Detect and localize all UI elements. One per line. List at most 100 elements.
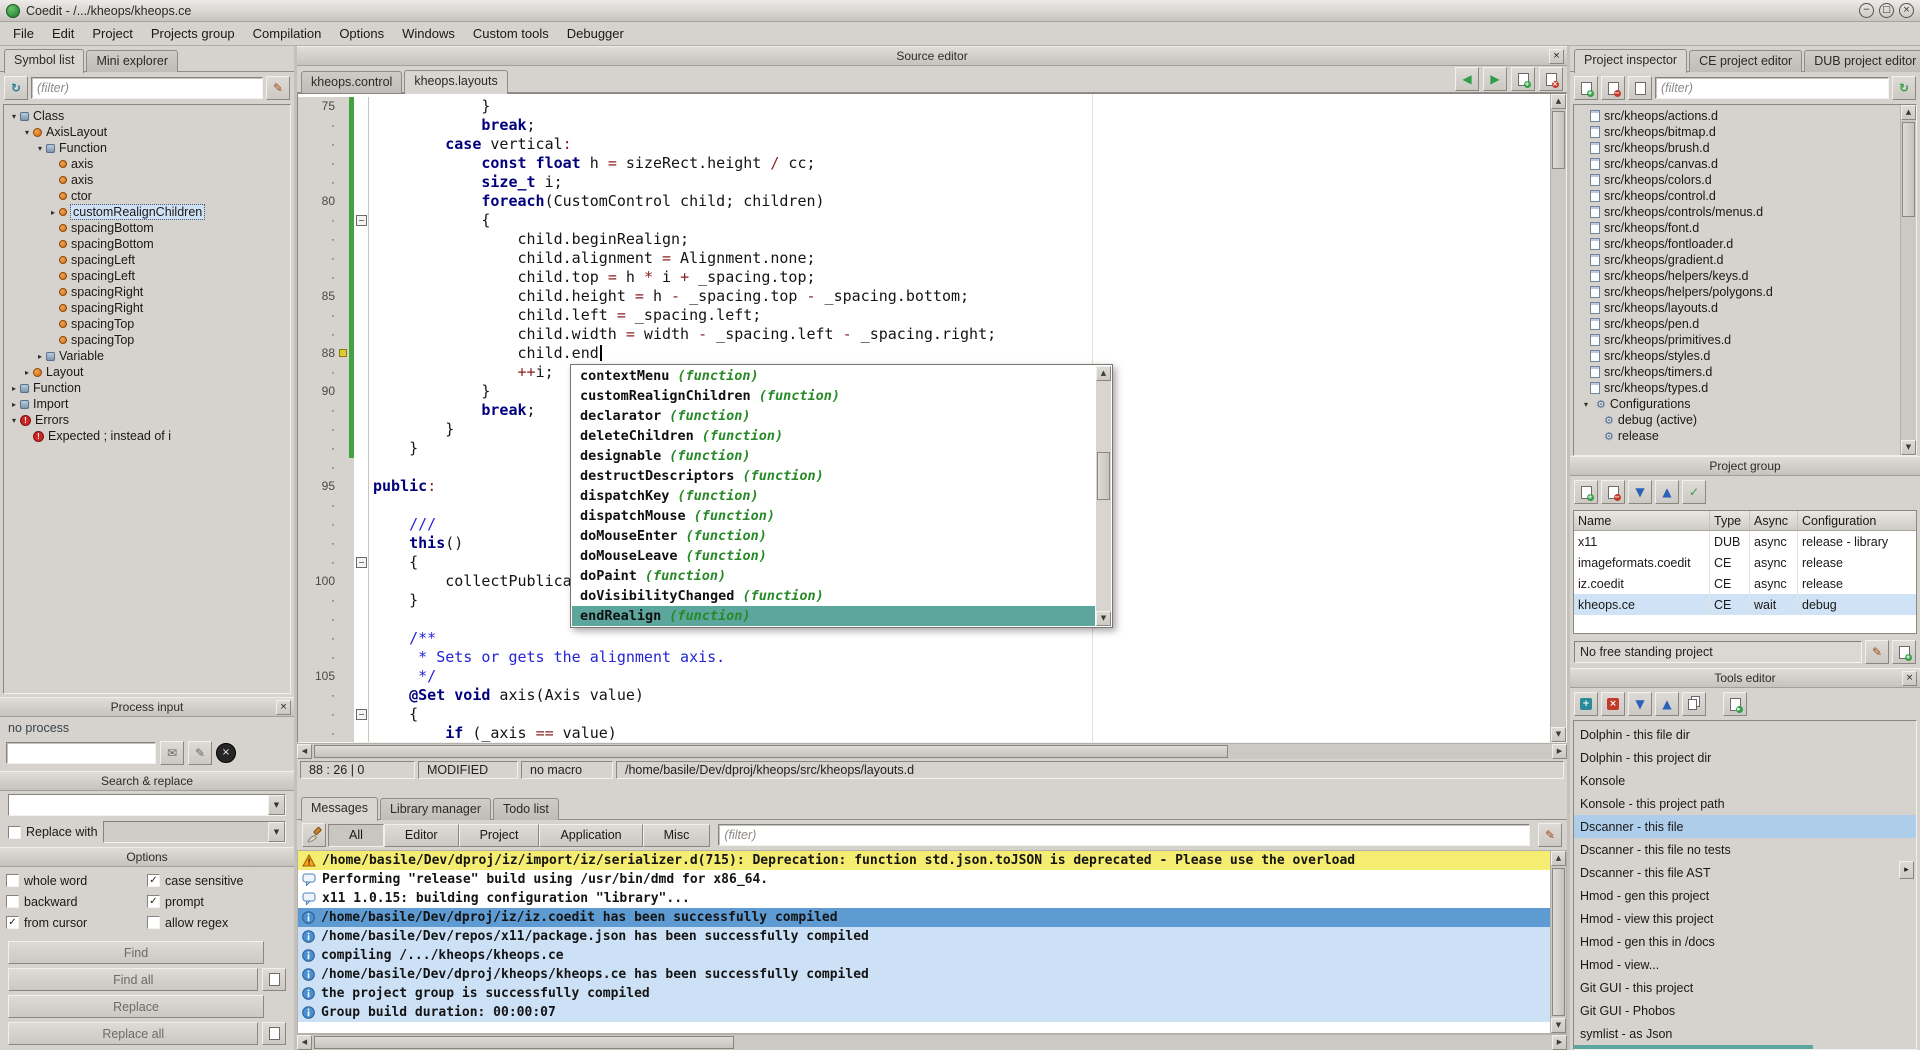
- checkbox-backward[interactable]: backward: [6, 891, 147, 912]
- add-free-standing-button[interactable]: +: [1892, 640, 1916, 664]
- file-item-src-kheops-font-d[interactable]: src/kheops/font.d: [1574, 220, 1916, 236]
- scroll-down-icon[interactable]: ▼: [1096, 611, 1111, 626]
- scroll-up-icon[interactable]: ▲: [1901, 105, 1916, 120]
- code-line[interactable]: · @Set void axis(Axis value): [298, 686, 1550, 705]
- menu-project[interactable]: Project: [83, 23, 141, 44]
- edit-free-standing-button[interactable]: ✎: [1865, 640, 1889, 664]
- tool-item-dscanner-this-file-ast[interactable]: Dscanner - this file AST: [1574, 861, 1916, 884]
- menu-windows[interactable]: Windows: [393, 23, 464, 44]
- editor-horizontal-scrollbar[interactable]: ◀ ▶: [297, 743, 1567, 759]
- inspector-filter-input[interactable]: [1655, 77, 1889, 99]
- code-line[interactable]: ·− {: [298, 705, 1550, 724]
- code-line[interactable]: 80 foreach(CustomControl child; children…: [298, 192, 1550, 211]
- completion-item-destructdescriptors[interactable]: destructDescriptors(function): [572, 466, 1095, 486]
- symbol-item-spacingright[interactable]: spacingRight: [4, 300, 290, 316]
- messages-vertical-scrollbar[interactable]: ▲ ▼: [1550, 851, 1566, 1033]
- code-text[interactable]: case vertical:: [369, 135, 1550, 154]
- find-all-extra-button[interactable]: [262, 968, 286, 991]
- code-text[interactable]: {: [369, 211, 1550, 230]
- column-header-name[interactable]: Name: [1574, 511, 1710, 530]
- scrollbar-thumb[interactable]: [314, 745, 1228, 758]
- project-row-x11[interactable]: x11DUBasyncrelease - library: [1574, 531, 1916, 552]
- code-text[interactable]: const float h = sizeRect.height / cc;: [369, 154, 1550, 173]
- project-row-kheops-ce[interactable]: kheops.ceCEwaitdebug: [1574, 594, 1916, 615]
- close-tools-editor-button[interactable]: ×: [1902, 671, 1917, 686]
- file-item-src-kheops-controls-menus-d[interactable]: src/kheops/controls/menus.d: [1574, 204, 1916, 220]
- symbol-options-button[interactable]: ✎: [266, 76, 290, 100]
- add-project-button[interactable]: +: [1574, 480, 1598, 504]
- checkbox-box[interactable]: ✓: [147, 895, 160, 908]
- code-line[interactable]: · /**: [298, 629, 1550, 648]
- tab-messages[interactable]: Messages: [301, 797, 378, 821]
- new-source-button[interactable]: +: [1511, 67, 1535, 91]
- scroll-left-icon[interactable]: ◀: [297, 1035, 312, 1050]
- log-line[interactable]: Performing "release" build using /usr/bi…: [298, 870, 1550, 889]
- messages-filter-input[interactable]: [718, 824, 1530, 846]
- checkbox-from-cursor[interactable]: ✓from cursor: [6, 912, 147, 933]
- symbol-item-class[interactable]: ▾Class: [4, 108, 290, 124]
- tool-item-hmod-gen-this-in-docs[interactable]: Hmod - gen this in /docs: [1574, 930, 1916, 953]
- move-project-down-button[interactable]: ▼: [1628, 480, 1652, 504]
- tool-item-hmod-view-this-project[interactable]: Hmod - view this project: [1574, 907, 1916, 930]
- expander-icon[interactable]: ▸: [8, 384, 20, 393]
- scroll-up-icon[interactable]: ▲: [1551, 851, 1566, 866]
- checkbox-box[interactable]: ✓: [147, 874, 160, 887]
- editor-tab-kheops-control[interactable]: kheops.control: [301, 71, 402, 93]
- completion-item-dovisibilitychanged[interactable]: doVisibilityChanged(function): [572, 586, 1095, 606]
- menu-edit[interactable]: Edit: [43, 23, 83, 44]
- symbol-refresh-button[interactable]: ↻: [4, 76, 28, 100]
- add-folder-button[interactable]: [1628, 76, 1652, 100]
- scroll-down-icon[interactable]: ▼: [1551, 1018, 1566, 1033]
- scroll-right-icon[interactable]: ▶: [1552, 1035, 1567, 1050]
- file-item-src-kheops-colors-d[interactable]: src/kheops/colors.d: [1574, 172, 1916, 188]
- expander-icon[interactable]: ▾: [1580, 400, 1592, 409]
- code-text[interactable]: child.width = width - _spacing.left - _s…: [369, 325, 1550, 344]
- process-input-field[interactable]: [6, 742, 156, 764]
- collapse-handle-icon[interactable]: ▸: [1899, 861, 1914, 879]
- expander-icon[interactable]: ▸: [34, 352, 46, 361]
- file-tree-scrollbar[interactable]: ▲▼: [1900, 105, 1916, 455]
- scroll-right-icon[interactable]: ▶: [1552, 744, 1567, 759]
- symbol-item-axis[interactable]: axis: [4, 156, 290, 172]
- log-line[interactable]: /home/basile/Dev/dproj/kheops/kheops.ce …: [298, 965, 1550, 984]
- editor-tab-kheops-layouts[interactable]: kheops.layouts: [404, 70, 507, 94]
- log-line[interactable]: Group build duration: 00:00:07: [298, 1003, 1550, 1022]
- completion-item-dispatchkey[interactable]: dispatchKey(function): [572, 486, 1095, 506]
- scrollbar-thumb[interactable]: [1902, 122, 1915, 217]
- move-project-up-button[interactable]: ▲: [1655, 480, 1679, 504]
- completion-item-contextmenu[interactable]: contextMenu(function): [572, 366, 1095, 386]
- tool-item-konsole[interactable]: Konsole: [1574, 769, 1916, 792]
- remove-project-button[interactable]: −: [1601, 480, 1625, 504]
- messages-horizontal-scrollbar[interactable]: ◀ ▶: [297, 1034, 1567, 1050]
- log-line[interactable]: /home/basile/Dev/repos/x11/package.json …: [298, 927, 1550, 946]
- code-text[interactable]: child.top = h * i + _spacing.top;: [369, 268, 1550, 287]
- filter-editor-button[interactable]: Editor: [384, 824, 459, 847]
- search-term-combobox[interactable]: ▼: [8, 794, 286, 816]
- menu-file[interactable]: File: [4, 23, 43, 44]
- symbol-item-spacingleft[interactable]: spacingLeft: [4, 252, 290, 268]
- menu-projects-group[interactable]: Projects group: [142, 23, 244, 44]
- menu-debugger[interactable]: Debugger: [558, 23, 633, 44]
- log-line[interactable]: x11 1.0.15: building configuration "libr…: [298, 889, 1550, 908]
- symbol-item-function[interactable]: ▸Function: [4, 380, 290, 396]
- tool-item-dolphin-this-file-dir[interactable]: Dolphin - this file dir: [1574, 723, 1916, 746]
- scroll-down-icon[interactable]: ▼: [1901, 440, 1916, 455]
- code-text[interactable]: foreach(CustomControl child; children): [369, 192, 1550, 211]
- move-tool-up-button[interactable]: ▲: [1655, 692, 1679, 716]
- tool-item-symlist-as-json[interactable]: symlist - as Json: [1574, 1022, 1916, 1045]
- code-line[interactable]: 105 */: [298, 667, 1550, 686]
- checkbox-box[interactable]: [6, 874, 19, 887]
- expander-icon[interactable]: ▾: [8, 112, 20, 121]
- clone-tool-button[interactable]: [1682, 692, 1706, 716]
- completion-item-designable[interactable]: designable(function): [572, 446, 1095, 466]
- replace-term-combobox[interactable]: ▼: [103, 821, 286, 843]
- code-line[interactable]: · const float h = sizeRect.height / cc;: [298, 154, 1550, 173]
- close-source-editor-button[interactable]: ×: [1549, 49, 1564, 64]
- scroll-up-icon[interactable]: ▲: [1551, 94, 1566, 109]
- scrollbar-thumb[interactable]: [1552, 868, 1565, 1016]
- tool-item-dscanner-this-file-no-tests[interactable]: Dscanner - this file no tests: [1574, 838, 1916, 861]
- file-item-src-kheops-actions-d[interactable]: src/kheops/actions.d: [1574, 108, 1916, 124]
- configurations-node[interactable]: ▾⚙Configurations: [1574, 396, 1916, 412]
- file-item-src-kheops-canvas-d[interactable]: src/kheops/canvas.d: [1574, 156, 1916, 172]
- compile-group-button[interactable]: ✓: [1682, 480, 1706, 504]
